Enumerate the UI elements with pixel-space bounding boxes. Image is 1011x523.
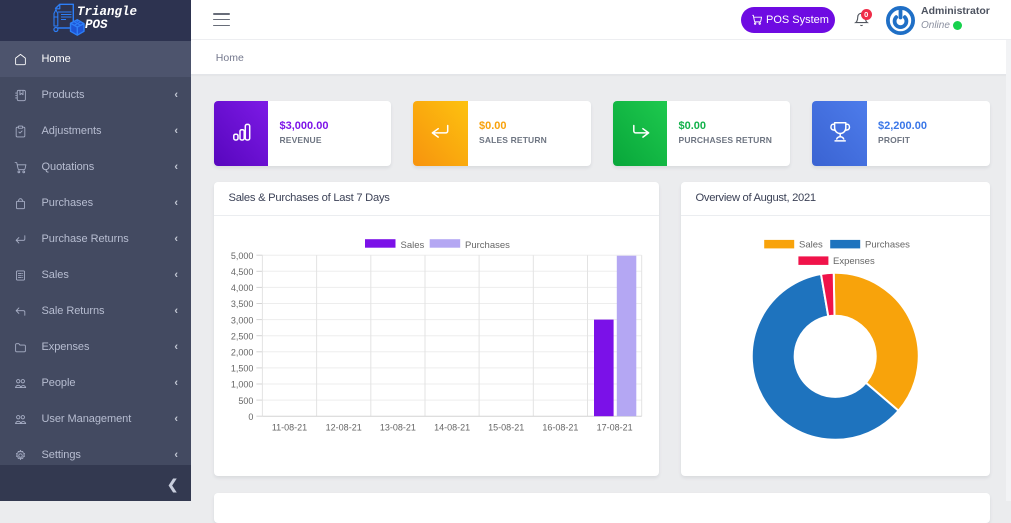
svg-text:2,500: 2,500: [230, 331, 253, 341]
svg-text:1,500: 1,500: [230, 364, 253, 374]
svg-text:3,500: 3,500: [230, 299, 253, 309]
svg-text:Sales: Sales: [400, 240, 424, 251]
svg-text:12-08-21: 12-08-21: [325, 423, 361, 433]
svg-text:0: 0: [248, 412, 253, 422]
svg-text:2,000: 2,000: [230, 348, 253, 358]
svg-text:13-08-21: 13-08-21: [379, 423, 415, 433]
svg-text:Purchases: Purchases: [865, 240, 910, 251]
svg-text:14-08-21: 14-08-21: [434, 423, 470, 433]
svg-text:5,000: 5,000: [230, 251, 253, 261]
svg-text:17-08-21: 17-08-21: [596, 423, 632, 433]
svg-text:1,000: 1,000: [230, 380, 253, 390]
svg-text:15-08-21: 15-08-21: [488, 423, 524, 433]
svg-text:Purchases: Purchases: [465, 240, 510, 251]
svg-text:11-08-21: 11-08-21: [271, 423, 306, 433]
svg-text:Expenses: Expenses: [833, 256, 875, 267]
svg-text:4,500: 4,500: [230, 267, 253, 277]
svg-text:3,000: 3,000: [230, 315, 253, 325]
svg-text:4,000: 4,000: [230, 283, 253, 293]
svg-text:16-08-21: 16-08-21: [542, 423, 578, 433]
svg-text:Sales: Sales: [799, 240, 823, 251]
svg-text:500: 500: [238, 396, 253, 406]
